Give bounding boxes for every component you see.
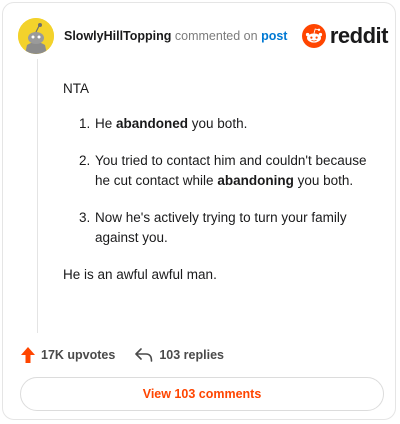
reply-button[interactable]: 103 replies [135, 348, 224, 362]
snoo-avatar-icon[interactable] [18, 18, 54, 54]
upvote-arrow-icon [21, 347, 35, 363]
list-number: 2. [79, 153, 91, 168]
comment-card: SlowlyHillTopping commented on post redd… [2, 2, 396, 420]
comment-footer: 17K upvotes 103 replies [21, 345, 224, 365]
list-number: 3. [79, 210, 91, 225]
reddit-wordmark: reddit [329, 23, 389, 48]
username-link[interactable]: SlowlyHillTopping [64, 29, 171, 43]
reply-count: 103 replies [159, 348, 224, 362]
reddit-logo-icon [301, 24, 326, 48]
list-item: 2. You tried to contact him and couldn't… [63, 151, 373, 191]
comment-header: SlowlyHillTopping commented on post redd… [18, 18, 389, 54]
comment-meta: SlowlyHillTopping commented on post [64, 29, 287, 43]
comment-outro: He is an awful awful man. [63, 267, 217, 282]
list-emphasis: abandoning [217, 173, 294, 188]
list-emphasis: abandoned [116, 116, 189, 131]
comment-list: 1. He abandoned you both. 2. You tried t… [63, 114, 373, 248]
comment-body: NTA 1. He abandoned you both. 2. You tri… [63, 79, 373, 285]
list-text: you both. [188, 116, 248, 131]
thread-line [37, 59, 38, 333]
list-text: He [95, 116, 117, 131]
list-item: 3. Now he's actively trying to turn your… [63, 208, 373, 248]
list-text: you both. [293, 173, 354, 188]
view-comments-button[interactable]: View 103 comments [20, 377, 384, 411]
comment-intro: NTA [63, 81, 89, 96]
reply-arrow-icon [135, 348, 153, 362]
post-link[interactable]: post [261, 29, 287, 43]
upvote-count: 17K upvotes [41, 348, 116, 362]
action-text: commented on [174, 29, 258, 43]
upvote-button[interactable]: 17K upvotes [21, 347, 115, 363]
list-number: 1. [79, 116, 91, 131]
list-text: Now he's actively trying to turn your fa… [95, 210, 347, 245]
list-item: 1. He abandoned you both. [63, 114, 373, 134]
reddit-brand[interactable]: reddit [301, 23, 389, 48]
